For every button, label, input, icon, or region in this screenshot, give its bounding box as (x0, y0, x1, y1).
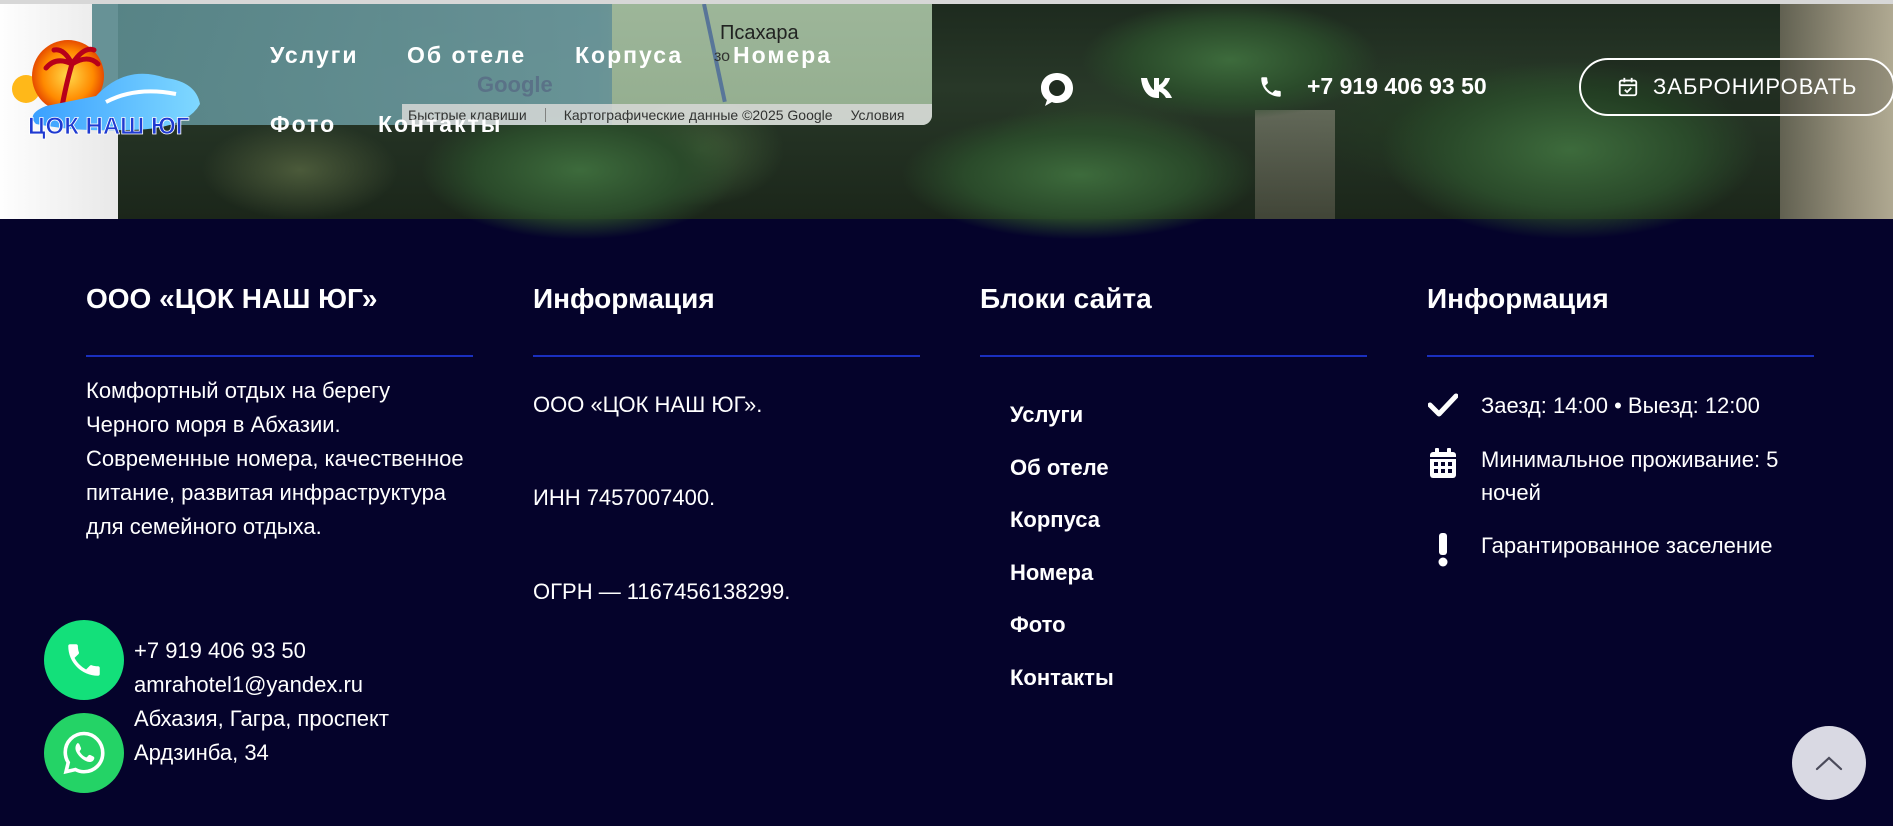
floating-whatsapp-button[interactable] (44, 713, 124, 793)
hero-trunk (1255, 110, 1335, 219)
divider (980, 355, 1367, 357)
header-phone-link[interactable]: +7 919 406 93 50 (1307, 73, 1487, 100)
calendar-icon (1430, 448, 1456, 478)
footer-blocks-title: Блоки сайта (980, 283, 1152, 314)
whatsapp-icon (63, 731, 105, 775)
map-place-sublabel: зо (714, 48, 731, 65)
divider (86, 355, 473, 357)
feature-checkin-text: Заезд: 14:00 • Выезд: 12:00 (1481, 393, 1760, 418)
calendar-check-icon (1618, 77, 1638, 97)
footer-link-photos[interactable]: Фото (1010, 612, 1066, 638)
chevron-up-icon (1815, 756, 1843, 771)
exclamation-icon (1438, 533, 1448, 567)
footer-contacts: +7 919 406 93 50 amrahotel1@yandex.ru Аб… (134, 634, 389, 770)
footer-email-link[interactable]: amrahotel1@yandex.ru (134, 668, 389, 702)
nav-item-services[interactable]: Услуги (270, 42, 358, 69)
divider (1427, 355, 1814, 357)
site-logo[interactable]: ЦОК НАШ ЮГ (6, 34, 202, 146)
nav-item-rooms[interactable]: Номера (733, 42, 832, 69)
phone-icon (68, 644, 100, 676)
footer-ogrn: ОГРН — 1167456138299. (533, 579, 791, 604)
map-terms-link[interactable]: Условия (851, 107, 905, 123)
map-data-credit: Картографические данные ©2025 Google (563, 106, 833, 123)
google-logo: Google (477, 72, 553, 97)
checkmark-icon (1428, 393, 1458, 417)
feature-min-stay: Минимальное проживание: 5 ночей (1427, 443, 1841, 509)
feature-checkin: Заезд: 14:00 • Выезд: 12:00 (1427, 389, 1841, 422)
logo-text: ЦОК НАШ ЮГ (28, 113, 190, 140)
phone-icon (1261, 77, 1281, 97)
footer-link-buildings[interactable]: Корпуса (1010, 507, 1100, 533)
divider (533, 355, 920, 357)
footer-about-text: Комфортный отдых на берегу Черного моря … (86, 378, 464, 539)
feature-guaranteed-text: Гарантированное заселение (1481, 533, 1773, 558)
nav-item-contacts[interactable]: Контакты (378, 111, 502, 138)
scroll-to-top-button[interactable] (1792, 726, 1866, 800)
footer-link-about[interactable]: Об отеле (1010, 455, 1109, 481)
floating-call-button[interactable] (44, 620, 124, 700)
feature-min-stay-text: Минимальное проживание: 5 ночей (1481, 447, 1779, 505)
nav-item-about[interactable]: Об отеле (407, 42, 526, 69)
footer-link-services[interactable]: Услуги (1010, 402, 1083, 428)
book-button-label: ЗАБРОНИРОВАТЬ (1653, 74, 1858, 99)
footer-address-line2: Ардзинба, 34 (134, 740, 269, 765)
footer-info2-title: Информация (1427, 283, 1609, 314)
vk-icon[interactable] (1140, 76, 1176, 100)
nav-item-buildings[interactable]: Корпуса (575, 42, 683, 69)
footer-inn: ИНН 7457007400. (533, 485, 716, 510)
nav-item-photos[interactable]: Фото (270, 111, 336, 138)
book-button[interactable]: ЗАБРОНИРОВАТЬ (1579, 58, 1893, 116)
footer-link-rooms[interactable]: Номера (1010, 560, 1093, 586)
footer-company-title: ООО «ЦОК НАШ ЮГ» (86, 283, 378, 314)
feature-guaranteed: Гарантированное заселение (1427, 529, 1841, 567)
chat-bubble-icon[interactable] (1038, 70, 1076, 108)
footer-link-contacts[interactable]: Контакты (1010, 665, 1114, 691)
footer-phone-link[interactable]: +7 919 406 93 50 (134, 634, 389, 668)
footer-info-title: Информация (533, 283, 715, 314)
footer-address-line1: Абхазия, Гагра, проспект (134, 706, 389, 731)
footer-company-name: ООО «ЦОК НАШ ЮГ». (533, 392, 763, 417)
palm-frond (1080, 0, 1380, 120)
palm-frond (900, 110, 1260, 240)
divider (544, 107, 546, 122)
